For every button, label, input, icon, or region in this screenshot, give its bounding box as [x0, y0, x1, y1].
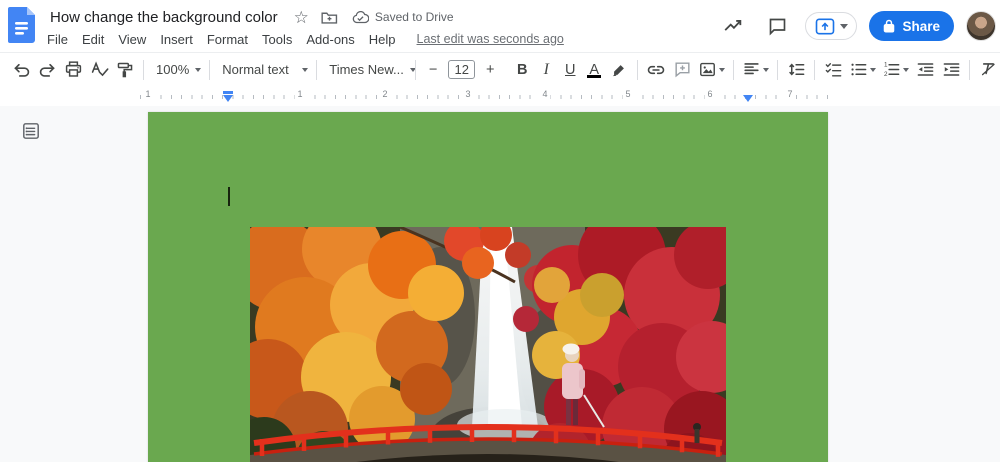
bold-button[interactable]: B: [510, 57, 534, 83]
add-comment-icon[interactable]: [669, 57, 695, 83]
paint-format-icon[interactable]: [112, 57, 138, 83]
toolbar-divider: [637, 59, 639, 80]
google-docs-window: How change the background color ☆ Saved …: [0, 0, 1000, 462]
insert-image-button[interactable]: [695, 57, 728, 83]
undo-icon[interactable]: [8, 57, 34, 83]
last-edit-link[interactable]: Last edit was seconds ago: [417, 32, 564, 46]
autumn-bridge-photo: [250, 227, 726, 462]
ruler[interactable]: 1 1 2 3 4 5 6 7: [0, 86, 1000, 106]
ruler-label: 1: [294, 89, 306, 99]
present-icon: [816, 18, 835, 34]
text-color-button[interactable]: A: [582, 57, 606, 83]
menu-tools[interactable]: Tools: [255, 30, 299, 49]
menu-add-ons[interactable]: Add-ons: [299, 30, 361, 49]
highlight-color-icon[interactable]: [606, 57, 632, 83]
menu-insert[interactable]: Insert: [153, 30, 200, 49]
font-value: Times New...: [329, 62, 404, 77]
chevron-down-icon: [195, 67, 202, 72]
decrease-indent-icon[interactable]: [912, 57, 938, 83]
ruler-label: 5: [622, 89, 634, 99]
share-label: Share: [902, 18, 940, 34]
ruler-label: 6: [704, 89, 716, 99]
ruler-ticks: [140, 95, 832, 99]
zoom-select[interactable]: 100%: [149, 57, 204, 83]
title-row: How change the background color ☆ Saved …: [46, 6, 454, 28]
menu-format[interactable]: Format: [200, 30, 255, 49]
toolbar-divider: [143, 59, 144, 80]
font-size-input[interactable]: 12: [448, 60, 476, 79]
chevron-down-icon: [870, 67, 877, 72]
star-icon[interactable]: ☆: [294, 9, 309, 26]
present-button[interactable]: [805, 12, 858, 40]
saved-status-text: Saved to Drive: [374, 10, 454, 24]
right-indent-marker[interactable]: [743, 95, 753, 102]
document-image[interactable]: [250, 227, 726, 462]
lock-icon: [884, 19, 895, 33]
numbered-list-button[interactable]: 1 2: [879, 57, 912, 83]
paragraph-style-select[interactable]: Normal text: [215, 57, 311, 83]
toolbar-divider: [316, 59, 318, 80]
ruler-label: 4: [539, 89, 551, 99]
cloud-saved-icon: [352, 10, 369, 23]
present-dropdown-caret[interactable]: [840, 23, 849, 29]
align-button[interactable]: [739, 57, 772, 83]
bulleted-list-button[interactable]: [846, 57, 879, 83]
menu-file[interactable]: File: [40, 30, 75, 49]
chevron-down-icon: [903, 67, 910, 72]
document-stats-icon[interactable]: [717, 10, 749, 42]
chevron-down-icon: [302, 67, 309, 72]
text-cursor: [228, 187, 230, 206]
share-button[interactable]: Share: [869, 11, 954, 41]
line-spacing-icon[interactable]: [783, 57, 809, 83]
document-canvas: [0, 106, 1000, 462]
spelling-check-icon[interactable]: [86, 57, 112, 83]
checklist-icon[interactable]: [820, 57, 846, 83]
toolbar: 100% Normal text Times New... − 12 + B I…: [0, 52, 1000, 86]
redo-icon[interactable]: [34, 57, 60, 83]
increase-indent-icon[interactable]: [938, 57, 964, 83]
toolbar-divider: [415, 59, 417, 80]
ruler-label: 2: [379, 89, 391, 99]
header: How change the background color ☆ Saved …: [0, 0, 1000, 52]
menu-view[interactable]: View: [111, 30, 153, 49]
ruler-label: 7: [784, 89, 796, 99]
move-to-folder-icon[interactable]: [321, 10, 338, 25]
chevron-down-icon: [763, 67, 770, 72]
svg-text:2: 2: [884, 71, 888, 78]
text-color-swatch: [587, 74, 602, 78]
italic-button[interactable]: I: [534, 57, 558, 83]
saved-status[interactable]: Saved to Drive: [352, 10, 454, 24]
header-actions: Share: [717, 0, 996, 52]
toolbar-divider: [733, 59, 735, 80]
ruler-label: 3: [462, 89, 474, 99]
toolbar-divider: [814, 59, 816, 80]
menu-help[interactable]: Help: [362, 30, 403, 49]
document-title[interactable]: How change the background color: [46, 8, 282, 27]
clear-formatting-icon[interactable]: [975, 57, 1000, 83]
show-outline-icon[interactable]: [16, 116, 46, 146]
avatar[interactable]: [966, 11, 996, 41]
docs-logo-icon[interactable]: [8, 7, 35, 43]
left-indent-marker[interactable]: [223, 91, 233, 102]
decrease-font-size-button[interactable]: −: [421, 57, 445, 83]
zoom-value: 100%: [156, 62, 190, 77]
document-page[interactable]: [148, 112, 828, 462]
toolbar-divider: [969, 59, 971, 80]
increase-font-size-button[interactable]: +: [478, 57, 502, 83]
insert-link-icon[interactable]: [643, 57, 669, 83]
svg-text:1: 1: [884, 62, 888, 69]
paragraph-style-value: Normal text: [222, 62, 289, 77]
toolbar-divider: [209, 59, 211, 80]
print-icon[interactable]: [60, 57, 86, 83]
chevron-down-icon: [719, 67, 726, 72]
ruler-label: 1: [142, 89, 154, 99]
menu-edit[interactable]: Edit: [75, 30, 111, 49]
toolbar-divider: [777, 59, 779, 80]
font-select[interactable]: Times New...: [322, 57, 416, 83]
menu-bar: File Edit View Insert Format Tools Add-o…: [40, 29, 564, 49]
comment-history-icon[interactable]: [761, 10, 793, 42]
underline-button[interactable]: U: [558, 57, 582, 83]
